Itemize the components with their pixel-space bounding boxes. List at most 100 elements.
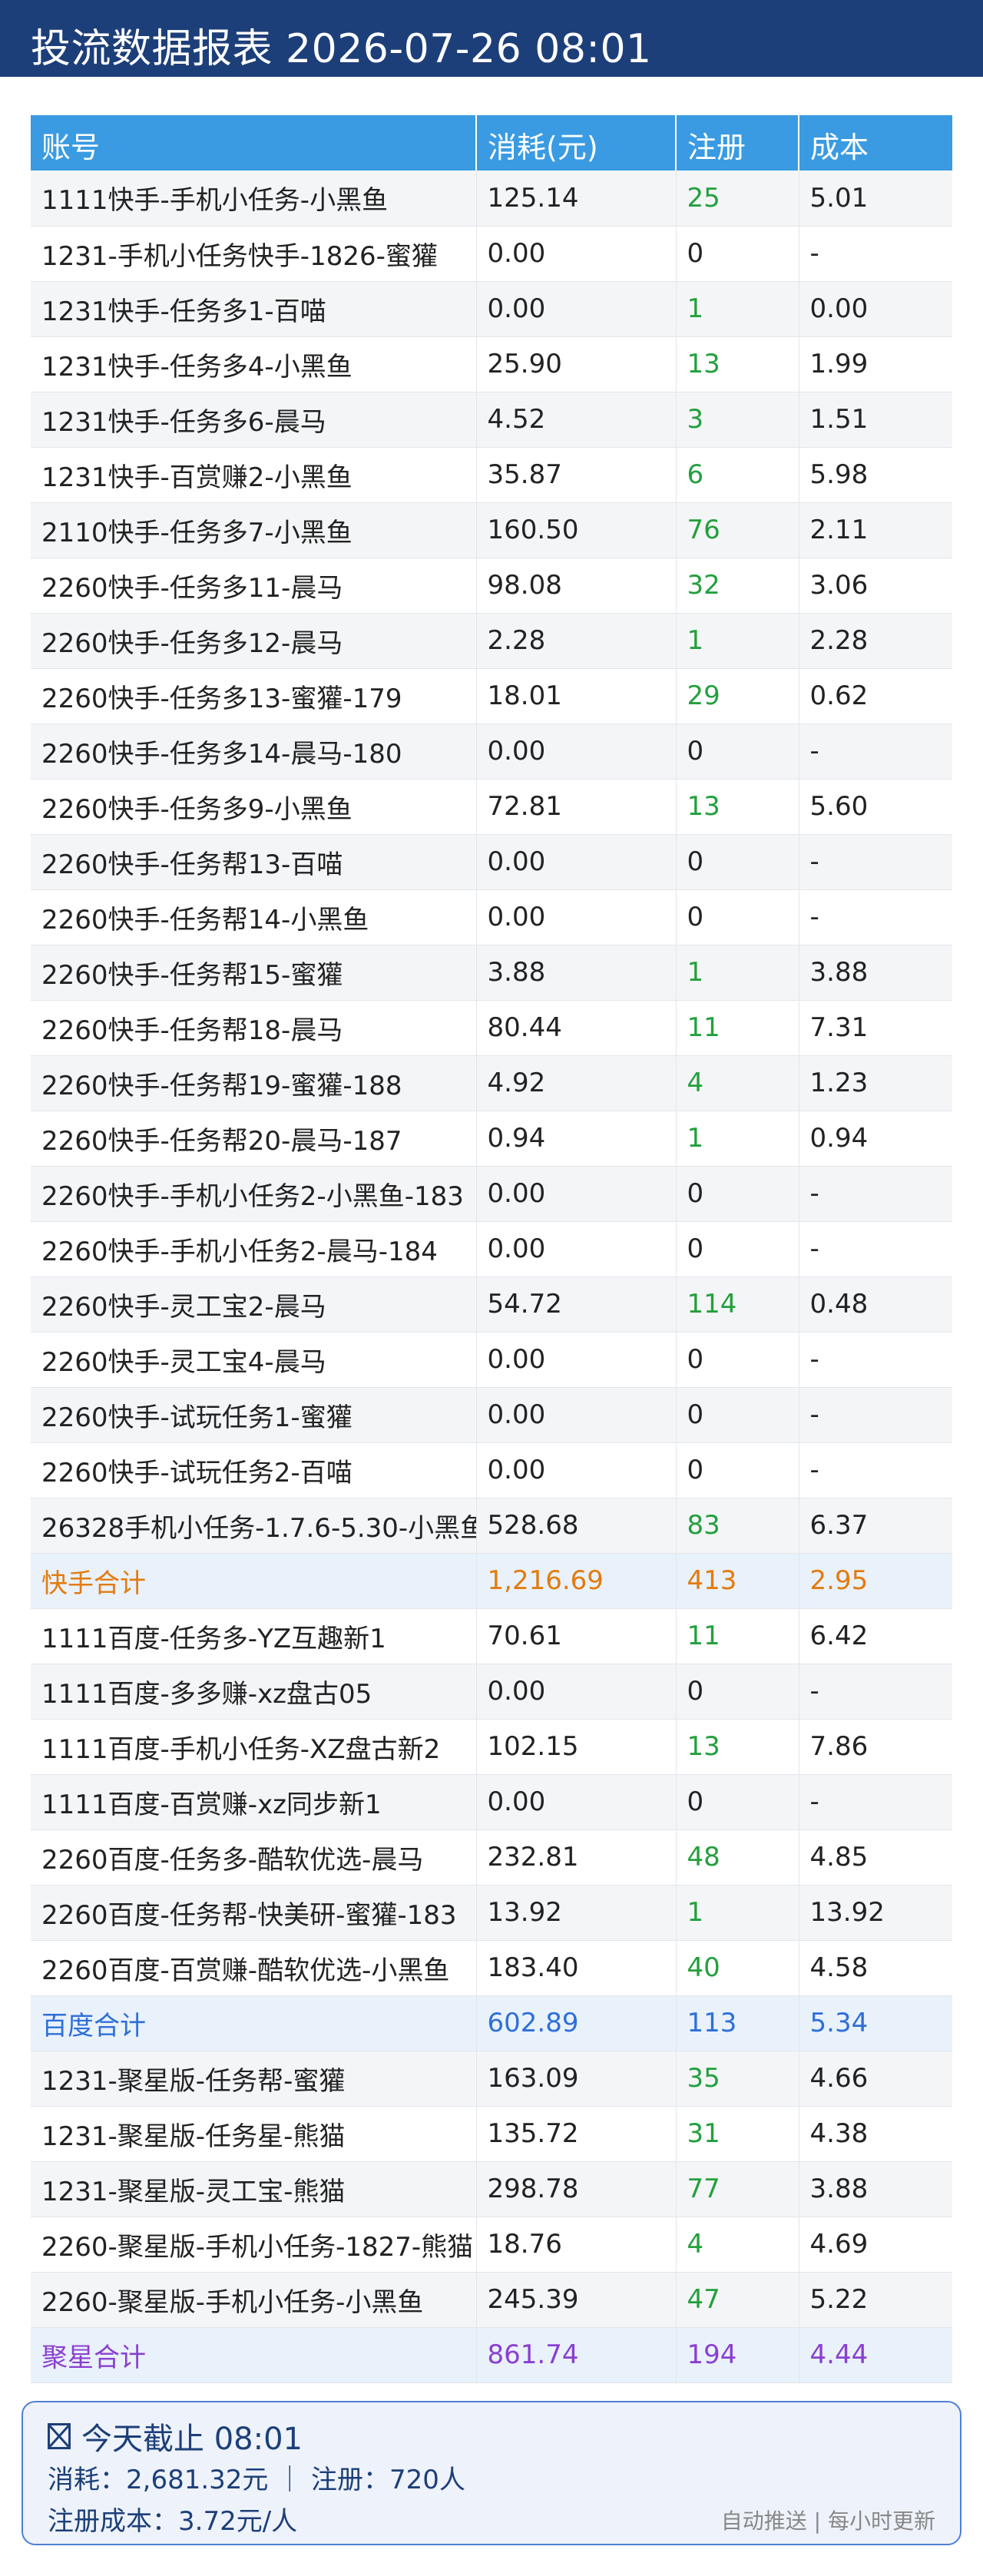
cell-registrations: 0 xyxy=(676,1774,799,1830)
cell-cost: 6.42 xyxy=(799,1608,952,1664)
table-row: 2260百度-任务多-酷软优选-晨马 232.81 48 4.85 xyxy=(31,1829,952,1886)
cell-cost: - xyxy=(799,1166,952,1222)
cell-cost: 3.88 xyxy=(799,945,952,1001)
summary-title-row: 今天截止 08:01 xyxy=(48,2413,935,2459)
cell-spend: 35.87 xyxy=(476,447,677,503)
cell-account: 2260快手-任务帮13-百喵 xyxy=(31,834,477,890)
table-row: 1231快手-百赏赚2-小黑鱼 35.87 6 5.98 xyxy=(31,447,952,503)
cell-spend: 163.09 xyxy=(476,2051,677,2107)
cell-account: 1231快手-百赏赚2-小黑鱼 xyxy=(31,447,477,503)
page-title: 投流数据报表 2026-07-26 08:01 xyxy=(31,26,652,72)
cell-cost: - xyxy=(799,1332,952,1388)
cell-account: 1111百度-手机小任务-XZ盘古新2 xyxy=(31,1719,477,1775)
cell-spend: 183.40 xyxy=(476,1940,677,1996)
cell-spend: 54.72 xyxy=(476,1276,677,1333)
cell-account: 百度合计 xyxy=(31,1995,477,2051)
cell-cost: 0.94 xyxy=(799,1111,952,1167)
cell-cost: 2.95 xyxy=(799,1553,952,1609)
cell-cost: 7.86 xyxy=(799,1719,952,1775)
cell-account: 2260快手-试玩任务1-蜜獾 xyxy=(31,1387,477,1443)
cell-spend: 245.39 xyxy=(476,2272,677,2328)
cell-spend: 528.68 xyxy=(476,1498,677,1554)
cell-account: 26328手机小任务-1.7.6-5.30-小黑鱼 xyxy=(31,1498,477,1554)
cell-registrations: 25 xyxy=(676,171,799,227)
table-row: 2260快手-任务帮19-蜜獾-188 4.92 4 1.23 xyxy=(31,1055,952,1111)
table-row: 1231快手-任务多4-小黑鱼 25.90 13 1.99 xyxy=(31,336,952,392)
table-header-row: 账号 消耗(元) 注册 成本 xyxy=(31,115,952,171)
cell-account: 快手合计 xyxy=(31,1553,477,1609)
cell-cost: 13.92 xyxy=(799,1885,952,1941)
cell-cost: 1.23 xyxy=(799,1055,952,1111)
table-body: 1111快手-手机小任务-小黑鱼 125.14 25 5.01 1231-手机小任务快手… xyxy=(31,171,952,2383)
cell-account: 2260快手-任务多11-晨马 xyxy=(31,558,477,614)
table-row: 2260快手-任务多12-晨马 2.28 1 2.28 xyxy=(31,613,952,669)
table-row: 1111快手-手机小任务-小黑鱼 125.14 25 5.01 xyxy=(31,171,952,227)
cell-spend: 18.76 xyxy=(476,2217,677,2273)
cell-spend: 0.00 xyxy=(476,226,677,282)
column-header-registrations: 注册 xyxy=(676,115,799,171)
table-row: 2260快手-任务帮15-蜜獾 3.88 1 3.88 xyxy=(31,945,952,1001)
cell-spend: 4.52 xyxy=(476,392,677,448)
cell-registrations: 13 xyxy=(676,779,799,835)
cell-account: 2260-聚星版-手机小任务-1827-熊猫 xyxy=(31,2217,477,2273)
table-row: 2260快手-手机小任务2-小黑鱼-183 0.00 0- xyxy=(31,1166,952,1222)
cell-spend: 1,216.69 xyxy=(476,1553,677,1609)
summary-card: 今天截止 08:01 消耗：2,681.32元 ｜ 注册：720人 注册成本：3… xyxy=(22,2401,961,2545)
table-row: 2260快手-灵工宝2-晨马 54.72 114 0.48 xyxy=(31,1276,952,1333)
table-row: 1231-聚星版-任务帮-蜜獾 163.09 35 4.66 xyxy=(31,2051,952,2107)
cell-registrations: 114 xyxy=(676,1276,799,1333)
cell-cost: 5.01 xyxy=(799,171,952,227)
cell-spend: 0.00 xyxy=(476,1332,677,1388)
cell-registrations: 48 xyxy=(676,1829,799,1886)
cell-account: 2260快手-手机小任务2-晨马-184 xyxy=(31,1221,477,1277)
cell-spend: 4.92 xyxy=(476,1055,677,1111)
cell-registrations: 1 xyxy=(676,613,799,669)
table-row: 2260快手-任务多9-小黑鱼 72.81 13 5.60 xyxy=(31,779,952,835)
cell-cost: 5.22 xyxy=(799,2272,952,2328)
cell-spend: 0.00 xyxy=(476,1387,677,1443)
cell-account: 2260快手-任务多13-蜜獾-179 xyxy=(31,668,477,724)
table-row: 2260快手-任务多14-晨马-180 0.00 0- xyxy=(31,723,952,780)
table-row: 1231快手-任务多6-晨马 4.52 3 1.51 xyxy=(31,392,952,448)
cell-cost: 4.69 xyxy=(799,2217,952,2273)
cell-spend: 0.00 xyxy=(476,723,677,780)
cell-spend: 0.00 xyxy=(476,834,677,890)
cell-registrations: 194 xyxy=(676,2327,799,2383)
cell-cost: 4.38 xyxy=(799,2106,952,2162)
cell-registrations: 47 xyxy=(676,2272,799,2328)
cell-spend: 0.94 xyxy=(476,1111,677,1167)
cell-cost: 4.58 xyxy=(799,1940,952,1996)
table-row: 2260百度-任务帮-快美研-蜜獾-183 13.92 1 13.92 xyxy=(31,1885,952,1941)
summary-footer-note: 自动推送 | 每小时更新 xyxy=(720,2508,935,2534)
table-row: 2260百度-百赏赚-酷软优选-小黑鱼 183.40 40 4.58 xyxy=(31,1940,952,1996)
cell-registrations: 83 xyxy=(676,1498,799,1554)
cell-cost: 0.62 xyxy=(799,668,952,724)
cell-account: 1231-手机小任务快手-1826-蜜獾 xyxy=(31,226,477,282)
cell-registrations: 11 xyxy=(676,1000,799,1056)
report-table-container: 账号 消耗(元) 注册 成本 1111快手-手机小任务-小黑鱼 125.14 25 5… xyxy=(31,115,952,2383)
table-row: 1111百度-手机小任务-XZ盘古新2 102.15 13 7.86 xyxy=(31,1719,952,1775)
cell-spend: 0.00 xyxy=(476,281,677,337)
cell-registrations: 1 xyxy=(676,1111,799,1167)
cell-account: 2260快手-试玩任务2-百喵 xyxy=(31,1442,477,1498)
cell-cost: - xyxy=(799,1664,952,1720)
table-row: 1231-手机小任务快手-1826-蜜獾 0.00 0- xyxy=(31,226,952,282)
table-row: 1231-聚星版-任务星-熊猫 135.72 31 4.38 xyxy=(31,2106,952,2162)
table-row: 2260-聚星版-手机小任务-1827-熊猫 18.76 4 4.69 xyxy=(31,2217,952,2273)
cell-registrations: 0 xyxy=(676,723,799,780)
cell-cost: 2.28 xyxy=(799,613,952,669)
cell-account: 2260百度-任务多-酷软优选-晨马 xyxy=(31,1829,477,1886)
cell-cost: 1.99 xyxy=(799,336,952,392)
cell-registrations: 413 xyxy=(676,1553,799,1609)
cell-account: 2260-聚星版-手机小任务-小黑鱼 xyxy=(31,2272,477,2328)
cell-account: 1231-聚星版-任务星-熊猫 xyxy=(31,2106,477,2162)
table-row: 1231快手-任务多1-百喵 0.00 1 0.00 xyxy=(31,281,952,337)
cell-account: 聚星合计 xyxy=(31,2327,477,2383)
cell-cost: - xyxy=(799,1221,952,1277)
cell-spend: 72.81 xyxy=(476,779,677,835)
table-row: 1111百度-任务多-YZ互趣新1 70.61 11 6.42 xyxy=(31,1608,952,1664)
table-row: 2260快手-任务帮18-晨马 80.44 11 7.31 xyxy=(31,1000,952,1056)
summary-title: 今天截止 08:01 xyxy=(81,2422,303,2457)
table-row: 2260快手-试玩任务1-蜜獾 0.00 0- xyxy=(31,1387,952,1443)
cell-spend: 602.89 xyxy=(476,1995,677,2051)
